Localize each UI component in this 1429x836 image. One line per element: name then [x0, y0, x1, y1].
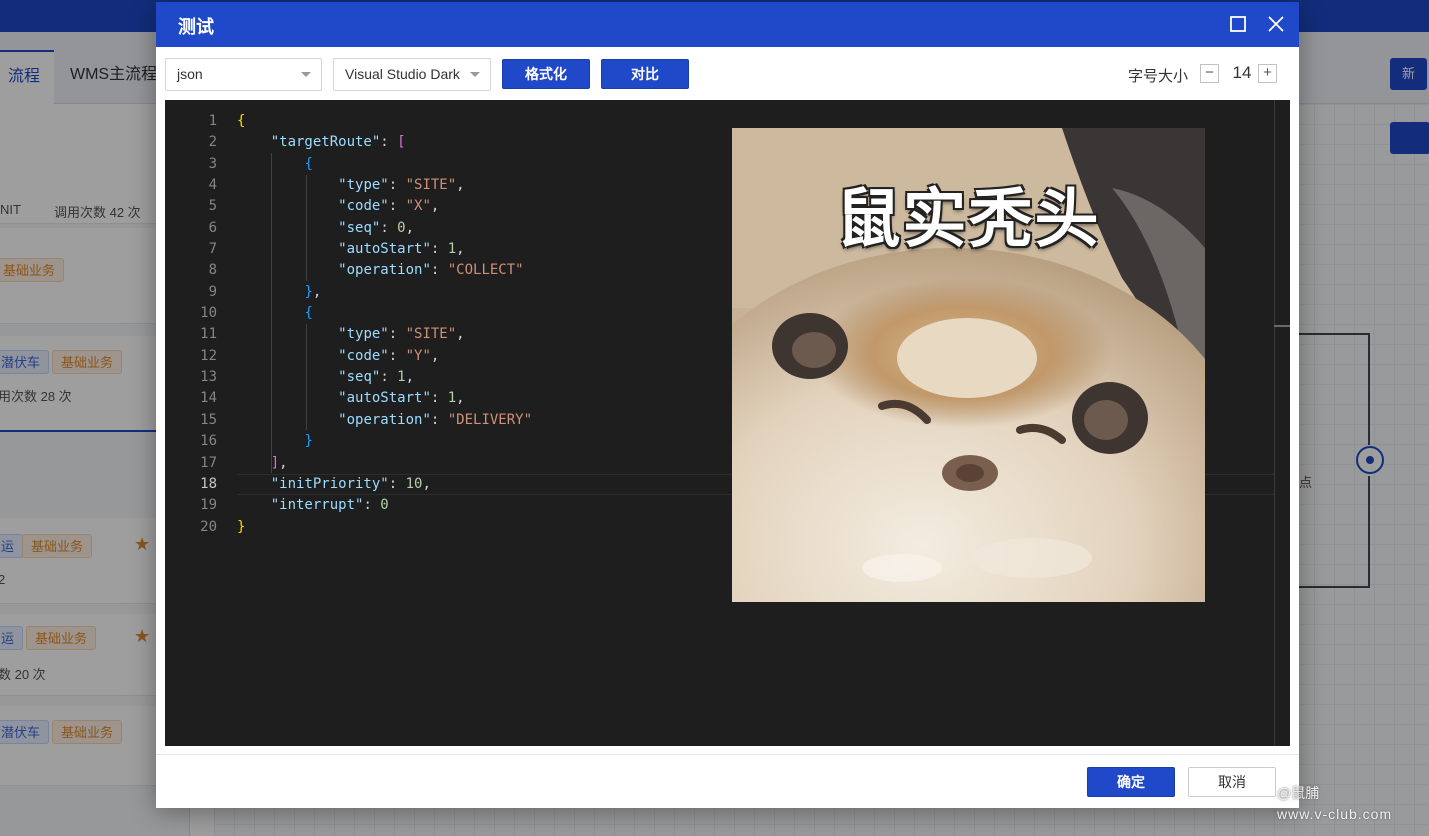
line-number: 20 [200, 518, 217, 535]
line-number: 19 [200, 497, 217, 514]
json-key: "code" [338, 198, 389, 215]
code-editor[interactable]: 1 2 3 4 5 6 7 8 9 10 11 12 13 14 15 16 1… [165, 100, 1290, 746]
json-key: "targetRoute" [270, 134, 381, 151]
language-select[interactable]: json [165, 58, 322, 91]
json-string: "SITE" [405, 326, 457, 343]
meme-caption: 鼠实秃头 [836, 183, 1101, 257]
scrollbar-thumb[interactable] [1274, 325, 1290, 327]
json-number: 0 [397, 219, 406, 236]
json-key: "autoStart" [338, 241, 431, 258]
json-key: "type" [338, 326, 389, 343]
json-key: "operation" [338, 262, 431, 279]
line-number-current: 18 [200, 475, 217, 492]
cancel-button[interactable]: 取消 [1188, 767, 1276, 797]
theme-select[interactable]: Visual Studio Dark [333, 58, 491, 91]
line-number: 16 [200, 433, 217, 450]
watermark-author: @鼠脯 [1277, 785, 1320, 801]
json-number: 10 [405, 475, 423, 492]
json-string: "COLLECT" [447, 262, 524, 279]
json-key: "interrupt" [270, 497, 364, 514]
line-number: 13 [200, 369, 217, 386]
chevron-down-icon [470, 72, 480, 77]
json-number: 1 [447, 241, 457, 258]
json-key: "initPriority" [270, 475, 389, 492]
hamster-meme-image: 鼠实秃头 [732, 128, 1205, 602]
chevron-down-icon [301, 72, 311, 77]
dialog-header: 测试 [156, 2, 1299, 47]
line-number: 4 [208, 177, 217, 194]
test-dialog: 测试 json Visual Studio Dark 格式化 对比 字号大小 −… [156, 2, 1299, 808]
json-number: 1 [447, 390, 457, 407]
line-number: 8 [208, 262, 217, 279]
format-button[interactable]: 格式化 [502, 59, 590, 89]
font-size-increase-button[interactable]: + [1258, 64, 1277, 83]
json-string: "SITE" [405, 177, 457, 194]
line-number: 11 [200, 326, 217, 343]
line-number: 9 [208, 283, 217, 300]
json-key: "autoStart" [338, 390, 431, 407]
line-number: 7 [208, 241, 217, 258]
theme-select-value: Visual Studio Dark [345, 66, 460, 82]
font-size-value: 14 [1232, 63, 1252, 82]
font-size-label: 字号大小 [1128, 68, 1189, 85]
footer-divider [156, 754, 1299, 755]
json-string: "DELIVERY" [447, 411, 533, 428]
line-number: 15 [200, 411, 217, 428]
json-key: "seq" [338, 369, 381, 386]
compare-button[interactable]: 对比 [601, 59, 689, 89]
json-key: "operation" [338, 411, 431, 428]
dialog-title: 测试 [178, 17, 214, 37]
line-number: 17 [200, 454, 217, 471]
json-number: 1 [397, 369, 406, 386]
maximize-icon[interactable] [1224, 10, 1252, 38]
language-select-value: json [177, 66, 203, 82]
json-key: "type" [338, 177, 389, 194]
json-key: "seq" [338, 219, 381, 236]
json-key: "code" [338, 347, 389, 364]
line-number: 2 [208, 134, 217, 151]
line-number: 12 [200, 347, 217, 364]
line-number: 5 [208, 198, 217, 215]
close-icon[interactable] [1262, 10, 1290, 38]
json-string: "Y" [405, 347, 431, 364]
watermark-site: www.v-club.com [1277, 806, 1393, 822]
line-number: 14 [200, 390, 217, 407]
line-number: 3 [208, 155, 217, 172]
confirm-button[interactable]: 确定 [1087, 767, 1175, 797]
json-number: 0 [380, 497, 389, 514]
line-number: 1 [208, 113, 217, 129]
json-string: "X" [405, 198, 431, 215]
vertical-scrollbar[interactable] [1274, 100, 1275, 746]
line-number: 10 [200, 305, 217, 322]
editor-toolbar: json Visual Studio Dark 格式化 对比 字号大小 − 14… [156, 47, 1299, 99]
line-number-gutter: 1 2 3 4 5 6 7 8 9 10 11 12 13 14 15 16 1… [165, 111, 217, 538]
font-size-decrease-button[interactable]: − [1200, 64, 1219, 83]
line-number: 6 [208, 219, 217, 236]
